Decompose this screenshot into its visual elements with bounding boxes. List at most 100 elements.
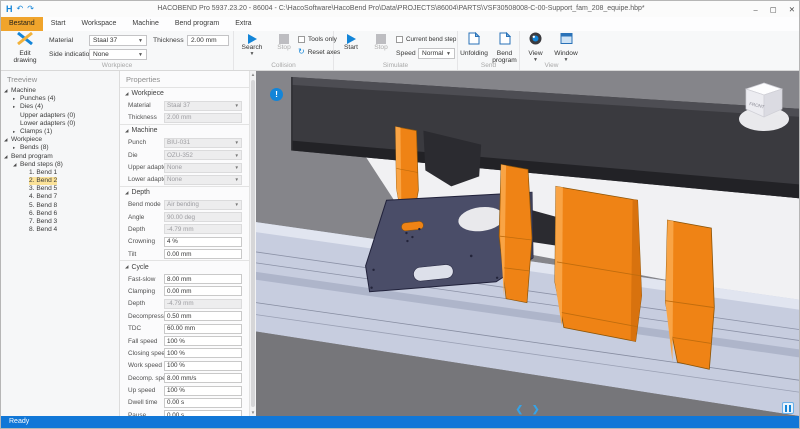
property-value-field[interactable]: 0.00 mm▼ [164,286,242,296]
tree-item[interactable]: ▸ Dies (4) [1,103,119,111]
property-row: ◢ Dwell time 0.00 s▼ [120,397,249,409]
property-value-field[interactable]: Staal 37▼ [164,101,242,111]
tab-start[interactable]: Start [43,17,74,31]
pause-icon[interactable] [782,402,794,414]
material-label: Material [49,37,73,44]
property-value-field[interactable]: 90.00 deg▼ [164,212,242,222]
chevron-down-icon: ▼ [138,52,143,58]
property-value-field[interactable]: 8.00 mm▼ [164,274,242,284]
minimize-button[interactable]: – [753,5,757,14]
side-indication-select[interactable]: None▼ [89,49,147,60]
tree-expand-icon[interactable]: ▸ [13,144,20,152]
tree-item[interactable]: 5. Bend 8 [1,202,119,210]
tree-expand-icon[interactable]: ◢ [4,87,11,95]
property-value-field[interactable]: 8.00 mm/s▼ [164,373,242,383]
property-value-field[interactable]: 100 %▼ [164,336,242,346]
tree-expand-icon[interactable]: ◢ [13,161,20,169]
property-row: ◢ Pause 0.00 s▼ [120,409,249,416]
tree-item[interactable]: 7. Bend 3 [1,218,119,226]
tree-expand-icon[interactable]: ◢ [4,153,11,161]
tree-item[interactable]: ◢ Machine [1,87,119,95]
property-value-field[interactable]: BIU-031▼ [164,138,242,148]
material-select[interactable]: Staal 37▼ [89,35,147,46]
tab-workspace[interactable]: Workspace [73,17,124,31]
property-row: ◢ Fall speed 100 %▼ [120,335,249,347]
properties-scrollbar[interactable]: ▲ ▼ [249,71,256,416]
checkbox-icon[interactable] [396,36,403,43]
next-step-icon[interactable]: ❯ [532,404,540,414]
undo-icon[interactable]: ↶ [17,5,24,13]
redo-icon[interactable]: ↷ [27,5,34,13]
thickness-input[interactable]: 2.00 mm [187,35,229,46]
haco-logo-icon[interactable]: H [6,4,13,14]
property-value-field[interactable]: -4.79 mm▼ [164,299,242,309]
tree-item-label: 6. Bend 6 [29,210,57,218]
tree-item[interactable]: 1. Bend 1 [1,169,119,177]
tree-item[interactable]: 8. Bend 4 [1,226,119,234]
section-collapse-icon[interactable]: ◢ [125,91,128,97]
section-collapse-icon[interactable]: ◢ [125,128,128,134]
machine-3d-scene [256,71,799,416]
collision-search-button[interactable]: Search ▼ [236,32,268,63]
property-value-field[interactable]: None▼ [164,175,242,185]
punch-3[interactable] [555,186,642,341]
tree-expand-icon[interactable]: ▸ [13,103,20,111]
property-value-field[interactable]: Air bending▼ [164,200,242,210]
unfolding-button[interactable]: Unfolding [459,32,489,63]
property-value-field[interactable]: 0.00 s▼ [164,398,242,408]
previous-step-icon[interactable]: ❮ [515,404,523,414]
maximize-button[interactable]: ▢ [770,5,777,14]
property-value-field[interactable]: OZU-352▼ [164,150,242,160]
bend-program-button[interactable]: Bend program [490,32,519,63]
main-area: Treeview ◢ Machine ▸ Punches (4) ▸ Dies … [1,71,799,416]
property-row: ◢ Work speed 100 %▼ [120,360,249,372]
property-value-field[interactable]: 0.00 mm▼ [164,249,242,259]
view-cube[interactable]: FRONT [737,74,791,139]
property-value-field[interactable]: 100 %▼ [164,361,242,371]
tab-bend-program[interactable]: Bend program [167,17,227,31]
edit-drawing-button[interactable]: Edit drawing [4,32,46,63]
section-collapse-icon[interactable]: ◢ [125,264,128,270]
tree-item[interactable]: 4. Bend 7 [1,193,119,201]
thickness-label: Thickness [153,37,184,44]
tree-expand-icon[interactable]: ◢ [4,136,11,144]
close-button[interactable]: ✕ [789,5,795,14]
property-value-field[interactable]: -4.79 mm▼ [164,224,242,234]
scrollbar-thumb[interactable] [251,80,255,407]
simulate-start-button[interactable]: Start [336,32,366,63]
property-value-field[interactable]: 100 %▼ [164,348,242,358]
tree-item[interactable]: Upper adapters (0) [1,112,119,120]
tree-item[interactable]: ▸ Punches (4) [1,95,119,103]
tab-extra[interactable]: Extra [227,17,259,31]
view-button[interactable]: View ▼ [522,32,549,63]
tab-bestand[interactable]: Bestand [1,17,43,31]
current-bend-step-checkbox[interactable]: Current bend step [396,36,456,43]
punch-2[interactable] [499,164,532,302]
tree-item[interactable]: 6. Bend 6 [1,210,119,218]
3d-viewport[interactable]: ! FRONT ❮ ❯ [256,71,799,416]
tree-item[interactable]: ▸ Clamps (1) [1,128,119,136]
property-value-field[interactable]: 100 %▼ [164,386,242,396]
property-value-field[interactable]: None▼ [164,163,242,173]
tree-expand-icon[interactable]: ▸ [13,128,20,136]
tree-item[interactable]: Lower adapters (0) [1,120,119,128]
tree-expand-icon[interactable]: ▸ [13,95,20,103]
tree-item[interactable]: ◢ Bend program [1,153,119,161]
tree-item[interactable]: ▸ Bends (8) [1,144,119,152]
checkbox-icon[interactable] [298,36,305,43]
tree-item[interactable]: ◢ Bend steps (8) [1,161,119,169]
quick-access-toolbar: H ↶ ↷ [6,1,34,17]
property-value-field[interactable]: 4 %▼ [164,237,242,247]
tree-item[interactable]: 2. Bend 2 [1,177,119,185]
tools-only-checkbox[interactable]: Tools only [298,36,337,43]
tree-item[interactable]: 3. Bend 5 [1,185,119,193]
tab-machine[interactable]: Machine [124,17,166,31]
window-button[interactable]: Window ▼ [551,32,581,63]
section-collapse-icon[interactable]: ◢ [125,190,128,196]
property-value-field[interactable]: 0.50 mm▼ [164,311,242,321]
property-value-field[interactable]: 60.00 mm▼ [164,324,242,334]
tree-item[interactable]: ◢ Workpiece [1,136,119,144]
info-badge-icon[interactable]: ! [270,88,283,101]
property-value-field[interactable]: 2.00 mm▼ [164,113,242,123]
speed-select[interactable]: Normal▼ [418,48,455,59]
